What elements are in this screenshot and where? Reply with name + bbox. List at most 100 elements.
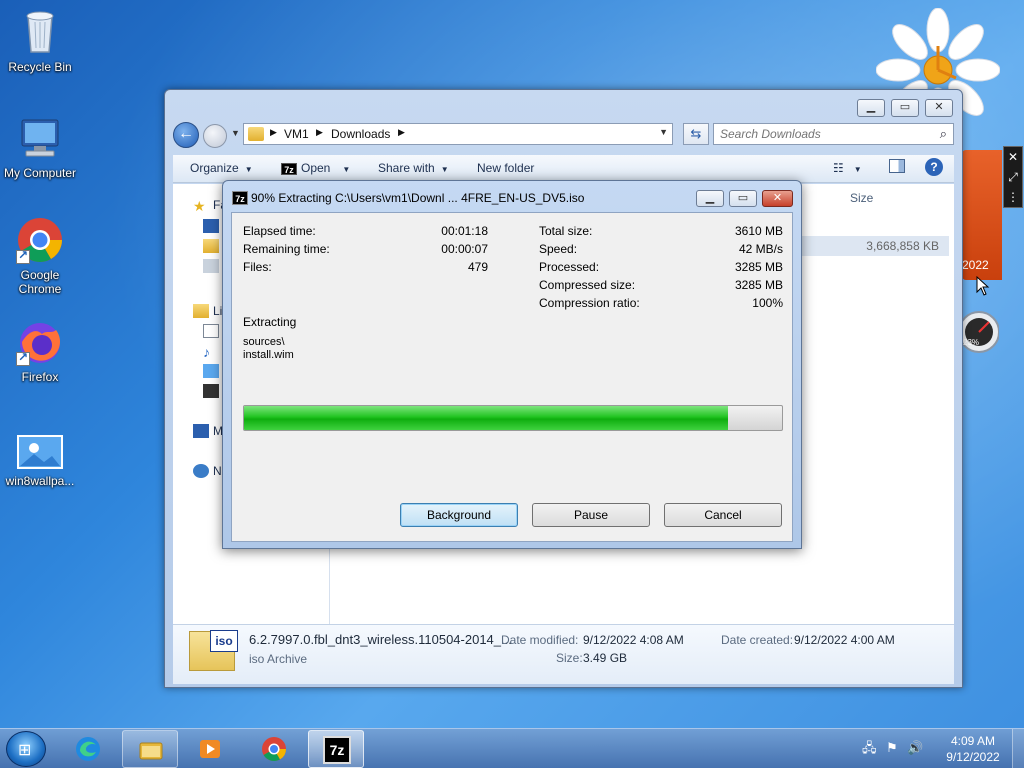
favorites-star-icon: ★	[193, 198, 206, 214]
background-button[interactable]: Background	[400, 503, 518, 527]
downloads-folder-icon[interactable]	[203, 239, 219, 253]
start-button[interactable]: ⊞	[6, 731, 46, 767]
total-size-value: 3610 MB	[734, 224, 783, 238]
elapsed-time-value: 00:01:18	[441, 224, 488, 238]
nav-network[interactable]: N	[213, 464, 222, 478]
nav-libraries[interactable]: Li	[213, 304, 222, 318]
desktop-icon-label: Recycle Bin	[8, 60, 72, 74]
column-header-size[interactable]: Size	[850, 191, 873, 205]
folder-icon	[248, 127, 264, 141]
recent-places-icon[interactable]	[203, 259, 219, 273]
pause-button[interactable]: Pause	[532, 503, 650, 527]
processed-label: Processed:	[539, 260, 600, 274]
minimize-button[interactable]: ▁	[857, 99, 885, 117]
desktop-icon-my-computer[interactable]: My Computer	[0, 114, 80, 180]
details-file-name: 6.2.7997.0.fbl_dnt3_wireless.110504-2014…	[249, 632, 512, 647]
network-tray-icon[interactable]: 🖧	[862, 740, 877, 755]
details-pane: iso 6.2.7997.0.fbl_dnt3_wireless.110504-…	[173, 624, 954, 684]
speed-value: 42 MB/s	[738, 242, 783, 256]
breadcrumb-downloads[interactable]: Downloads	[331, 127, 390, 141]
view-options-button[interactable]: ☷ ▼	[833, 161, 862, 175]
current-file: install.wim	[243, 349, 294, 361]
taskbar-edge[interactable]	[60, 730, 116, 768]
preview-pane-button[interactable]	[889, 159, 905, 176]
drag-handle-icon[interactable]: ⋮	[1004, 187, 1022, 207]
maximize-button[interactable]: ▭	[729, 190, 757, 207]
desktop-icon-recycle-bin[interactable]: Recycle Bin	[0, 8, 80, 74]
network-icon	[193, 464, 209, 478]
files-label: Files:	[243, 260, 272, 274]
clock-time: 4:09 AM	[950, 734, 996, 748]
recent-pages-dropdown[interactable]: ▼	[231, 128, 241, 140]
current-path: sources\	[243, 336, 285, 348]
taskbar-file-explorer[interactable]	[122, 730, 178, 768]
extraction-progress-dialog[interactable]: 7z 90% Extracting C:\Users\vm1\Downl ...…	[222, 180, 802, 549]
search-input[interactable]	[714, 124, 924, 144]
close-icon[interactable]: ✕	[1004, 147, 1022, 167]
progress-bar-fill	[244, 406, 729, 430]
clock-date: 9/12/2022	[946, 750, 1000, 764]
recycle-bin-icon	[16, 8, 64, 56]
gadget-toolbar: ✕ ⤢ ⋮	[1003, 146, 1023, 208]
videos-icon[interactable]	[203, 384, 219, 398]
taskbar-clock[interactable]: 4:09 AM 9/12/2022	[940, 733, 1006, 765]
minimize-button[interactable]: ▁	[696, 190, 724, 207]
calendar-gadget[interactable]: 2022	[962, 150, 1002, 280]
close-button[interactable]: ✕	[762, 190, 793, 207]
documents-icon[interactable]	[203, 324, 219, 338]
image-file-icon	[16, 434, 64, 470]
desktop-icon-label: My Computer	[3, 166, 77, 180]
remaining-time-value: 00:00:07	[441, 242, 488, 256]
refresh-button[interactable]: ⇆	[683, 123, 709, 145]
date-created-label: Date created:	[721, 633, 794, 647]
open-button[interactable]: 7z Open ▼	[281, 161, 350, 175]
volume-icon[interactable]: 🔊	[907, 740, 923, 755]
desktop-icon-google-chrome[interactable]: Google Chrome	[0, 216, 80, 296]
desktop-icon-win8wallpaper[interactable]: win8wallpa...	[0, 434, 80, 488]
libraries-icon	[193, 304, 209, 318]
close-icon: ✕	[772, 192, 783, 204]
cancel-button[interactable]: Cancel	[664, 503, 782, 527]
search-icon[interactable]: ⌕	[940, 126, 947, 142]
desktop-icon-label: Firefox	[21, 370, 59, 384]
address-bar[interactable]: ▶ VM1 ▶ Downloads ▶ ▼	[243, 123, 673, 145]
forward-button[interactable]	[203, 124, 227, 148]
maximize-button[interactable]: ▭	[891, 99, 919, 117]
show-desktop-button[interactable]	[1012, 729, 1024, 768]
music-icon[interactable]: ♪	[203, 344, 219, 360]
close-icon: ✕	[934, 101, 944, 113]
shortcut-arrow-icon	[16, 248, 30, 264]
help-icon: ?	[925, 158, 943, 176]
breadcrumb-vm1[interactable]: VM1	[284, 127, 309, 141]
file-row-selected[interactable]: 3,668,858 KB	[801, 236, 949, 256]
chevron-right-icon[interactable]: ▶	[398, 127, 405, 138]
chevron-down-icon[interactable]: ▼	[659, 127, 668, 137]
search-box[interactable]: ⌕	[713, 123, 954, 145]
help-button[interactable]: ?	[925, 158, 943, 176]
pictures-icon[interactable]	[203, 364, 219, 378]
desktop-icon[interactable]	[203, 219, 219, 233]
organize-button[interactable]: Organize ▼	[190, 161, 253, 175]
resize-icon[interactable]: ⤢	[1004, 167, 1022, 187]
taskbar-media-player[interactable]	[182, 730, 238, 768]
taskbar-chrome[interactable]	[246, 730, 302, 768]
taskbar-7zip[interactable]: 7z	[308, 730, 364, 768]
back-button[interactable]: ←	[173, 122, 199, 148]
date-modified-value: 9/12/2022 4:08 AM	[583, 633, 684, 647]
minimize-icon: ▁	[866, 101, 876, 113]
close-button[interactable]: ✕	[925, 99, 953, 117]
new-folder-button[interactable]: New folder	[477, 161, 534, 175]
share-with-button[interactable]: Share with ▼	[378, 161, 449, 175]
media-player-icon	[200, 740, 220, 758]
mouse-cursor-icon	[976, 276, 990, 296]
share-with-label: Share with	[378, 161, 435, 175]
chevron-down-icon: ▼	[853, 165, 862, 174]
compressed-size-label: Compressed size:	[539, 278, 636, 292]
new-folder-label: New folder	[477, 161, 535, 175]
iso-tag: iso	[210, 630, 238, 652]
chevron-right-icon[interactable]: ▶	[270, 127, 277, 138]
refresh-icon: ⇆	[690, 126, 702, 141]
desktop-icon-firefox[interactable]: Firefox	[0, 318, 80, 384]
chevron-right-icon[interactable]: ▶	[316, 127, 323, 138]
action-center-icon[interactable]: ⚑	[886, 740, 898, 755]
